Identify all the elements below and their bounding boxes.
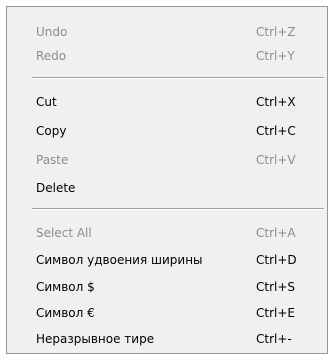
menu-item-shortcut: Ctrl+A <box>256 226 296 240</box>
menu-item-cut[interactable]: Cut Ctrl+X <box>9 90 325 114</box>
menu-item-euro-symbol[interactable]: Символ € Ctrl+E <box>9 301 325 325</box>
menu-item-shortcut: Ctrl+- <box>256 332 292 346</box>
menu-item-shortcut: Ctrl+C <box>256 124 296 138</box>
menu-separator <box>32 208 324 210</box>
menu-item-non-breaking-hyphen[interactable]: Неразрывное тире Ctrl+- <box>9 327 325 351</box>
menu-item-label: Redo <box>36 49 67 63</box>
menu-item-shortcut: Ctrl+Y <box>256 49 295 63</box>
menu-item-shortcut: Ctrl+V <box>256 153 296 167</box>
menu-separator <box>32 77 324 79</box>
menu-item-double-width-symbol[interactable]: Символ удвоения ширины Ctrl+D <box>9 248 325 272</box>
menu-item-delete[interactable]: Delete <box>9 176 325 200</box>
menu-item-paste[interactable]: Paste Ctrl+V <box>9 148 325 172</box>
menu-item-shortcut: Ctrl+Z <box>256 25 296 39</box>
menu-item-label: Delete <box>36 181 76 195</box>
menu-item-label: Символ € <box>36 306 95 320</box>
menu-item-dollar-symbol[interactable]: Символ $ Ctrl+S <box>9 275 325 299</box>
menu-item-label: Cut <box>36 95 57 109</box>
menu-item-label: Неразрывное тире <box>36 332 155 346</box>
context-menu: Undo Ctrl+Z Redo Ctrl+Y Cut Ctrl+X Copy … <box>6 6 328 354</box>
menu-item-shortcut: Ctrl+X <box>256 95 296 109</box>
menu-item-label: Paste <box>36 153 69 167</box>
menu-item-shortcut: Ctrl+E <box>256 306 295 320</box>
menu-item-shortcut: Ctrl+S <box>256 280 296 294</box>
menu-item-redo[interactable]: Redo Ctrl+Y <box>9 44 325 68</box>
menu-item-label: Символ удвоения ширины <box>36 253 203 267</box>
menu-item-label: Copy <box>36 124 67 138</box>
menu-item-select-all[interactable]: Select All Ctrl+A <box>9 221 325 245</box>
menu-item-label: Select All <box>36 226 92 240</box>
menu-item-shortcut: Ctrl+D <box>256 253 297 267</box>
menu-item-copy[interactable]: Copy Ctrl+C <box>9 119 325 143</box>
menu-item-label: Символ $ <box>36 280 95 294</box>
menu-item-label: Undo <box>36 25 68 39</box>
menu-item-undo[interactable]: Undo Ctrl+Z <box>9 20 325 44</box>
